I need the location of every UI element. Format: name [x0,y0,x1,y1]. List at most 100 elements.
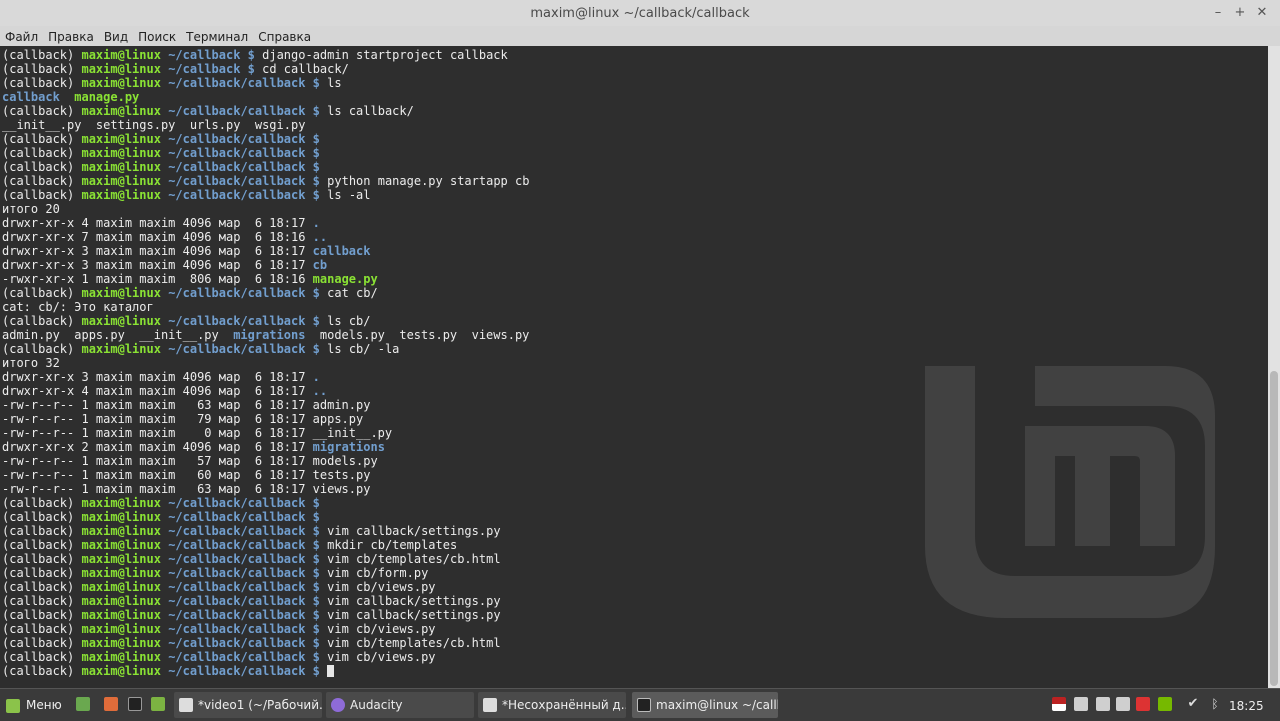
close-button[interactable]: ✕ [1253,4,1271,22]
bluetooth-icon[interactable]: ᛒ [1208,697,1222,711]
prompt-user: maxim@linux [81,594,161,608]
output-text: (callback) [2,552,82,566]
prompt-path: ~/callback/callback $ [160,314,320,328]
output-text: drwxr-xr-x 7 maxim maxim 4096 мар 6 18:1… [2,230,313,244]
terminal-area[interactable]: (callback) maxim@linux ~/callback $ djan… [0,46,1268,688]
output-text: django-admin startproject callback [254,48,508,62]
window-titlebar[interactable]: maxim@linux ~/callback/callback – + ✕ [0,0,1280,27]
prompt-path: ~/callback/callback $ [160,188,320,202]
output-text: итого 32 [2,356,60,370]
terminal-scrollbar[interactable] [1268,46,1280,688]
taskbar-window-label: maxim@linux ~/callb... [656,698,778,712]
nvidia-icon[interactable] [1158,697,1172,711]
output-text: drwxr-xr-x 4 maxim maxim 4096 мар 6 18:1… [2,216,313,230]
terminal-line: (callback) maxim@linux ~/callback/callba… [2,650,529,664]
terminal-line: callback manage.py [2,90,529,104]
menu-terminal[interactable]: Терминал [181,28,253,44]
terminal-line: (callback) maxim@linux ~/callback/callba… [2,188,529,202]
prompt-user: maxim@linux [81,650,161,664]
terminal-line: -rw-r--r-- 1 maxim maxim 60 мар 6 18:17 … [2,468,529,482]
output-text: ls callback/ [319,104,414,118]
output-text: drwxr-xr-x 3 maxim maxim 4096 мар 6 18:1… [2,258,313,272]
taskbar-window-audacity[interactable]: Audacity [326,692,474,718]
output-text: -rw-r--r-- 1 maxim maxim 79 мар 6 18:17 … [2,412,364,426]
prompt-user: maxim@linux [81,132,161,146]
prompt-path: ~/callback/callback $ [160,538,320,552]
audacity-icon [331,698,345,712]
menu-file[interactable]: Файл [0,28,43,44]
output-text: -rw-r--r-- 1 maxim maxim 0 мар 6 18:17 _… [2,426,393,440]
output-text: __init__.py settings.py urls.py wsgi.py [2,118,306,132]
clipboard-icon[interactable] [1116,697,1130,711]
minimize-button[interactable]: – [1209,4,1227,22]
terminal-line: drwxr-xr-x 4 maxim maxim 4096 мар 6 18:1… [2,384,529,398]
linux-mint-logo-watermark [925,366,1215,618]
prompt-path: ~/callback/callback $ [160,510,320,524]
prompt-path: ~/callback $ [160,62,255,76]
text-editor-icon [179,698,193,712]
terminal-line: -rw-r--r-- 1 maxim maxim 63 мар 6 18:17 … [2,482,529,496]
prompt-path: ~/callback $ [160,48,255,62]
update-check-icon[interactable]: ✔ [1186,697,1200,711]
text-editor-icon [483,698,497,712]
output-text: (callback) [2,342,82,356]
files-icon[interactable] [151,697,165,711]
prompt-path: ~/callback/callback $ [160,496,320,510]
terminal-line: drwxr-xr-x 3 maxim maxim 4096 мар 6 18:1… [2,370,529,384]
show-desktop-icon[interactable] [76,697,90,711]
prompt-path: ~/callback/callback $ [160,552,320,566]
terminal-launcher-icon[interactable] [128,697,142,711]
taskbar-window-terminal[interactable]: maxim@linux ~/callb... [632,692,778,718]
terminal-line: drwxr-xr-x 3 maxim maxim 4096 мар 6 18:1… [2,258,529,272]
prompt-user: maxim@linux [81,62,161,76]
output-text: (callback) [2,580,82,594]
start-menu-button[interactable]: Меню [6,693,68,717]
screen-recorder-icon[interactable] [1136,697,1150,711]
prompt-path: ~/callback/callback $ [160,132,320,146]
volume-icon[interactable] [1074,697,1088,711]
menu-help[interactable]: Справка [253,28,316,44]
output-text: ls cb/ [319,314,371,328]
prompt-user: maxim@linux [81,524,161,538]
prompt-path: ~/callback/callback $ [160,650,320,664]
us-flag-keyboard-layout-icon[interactable] [1052,697,1066,711]
prompt-user: manage.py [74,90,140,104]
terminal-line: (callback) maxim@linux ~/callback/callba… [2,524,529,538]
terminal-line: (callback) maxim@linux ~/callback $ djan… [2,48,529,62]
taskbar-window-unsaved-doc[interactable]: *Несохранённый д... [478,692,626,718]
output-text: ls [319,76,342,90]
prompt-user: maxim@linux [81,286,161,300]
terminal-cursor [327,665,335,677]
firefox-icon[interactable] [104,697,118,711]
prompt-user: maxim@linux [81,580,161,594]
prompt-user: maxim@linux [81,174,161,188]
prompt-path: cb [312,258,328,272]
output-text: (callback) [2,146,82,160]
terminal-line: __init__.py settings.py urls.py wsgi.py [2,118,529,132]
output-text: ls cb/ -la [319,342,400,356]
clock[interactable]: 18:25 [1229,694,1264,718]
maximize-button[interactable]: + [1231,4,1249,22]
menu-view[interactable]: Вид [99,28,133,44]
prompt-path: ~/callback/callback $ [160,664,320,678]
output-text: (callback) [2,496,82,510]
scrollbar-thumb[interactable] [1270,371,1278,686]
taskbar-window-video1[interactable]: *video1 (~/Рабочий... [174,692,322,718]
prompt-path: ~/callback/callback $ [160,608,320,622]
prompt-path: .. [312,230,328,244]
output-text: итого 20 [2,202,60,216]
terminal-line: (callback) maxim@linux ~/callback/callba… [2,132,529,146]
prompt-user: maxim@linux [81,664,161,678]
output-text: cat: cb/: Это каталог [2,300,154,314]
prompt-user: maxim@linux [81,538,161,552]
menu-edit[interactable]: Правка [43,28,99,44]
prompt-user: maxim@linux [81,146,161,160]
output-text: vim callback/settings.py [319,608,501,622]
terminal-line: (callback) maxim@linux ~/callback/callba… [2,566,529,580]
menu-search[interactable]: Поиск [133,28,181,44]
network-icon[interactable] [1096,697,1110,711]
prompt-user: maxim@linux [81,48,161,62]
terminal-line: (callback) maxim@linux ~/callback/callba… [2,580,529,594]
